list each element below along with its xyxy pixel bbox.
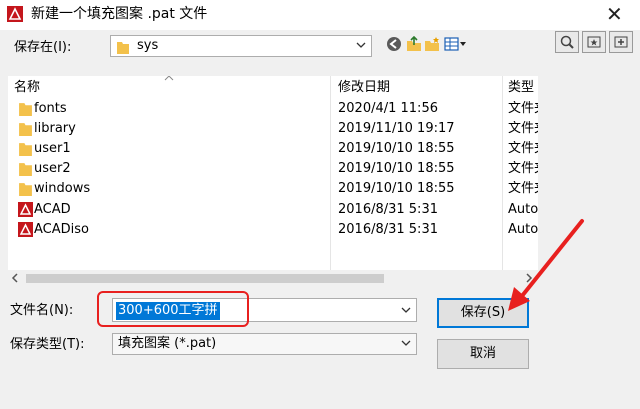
- file-name: ACADiso: [34, 222, 89, 237]
- column-header-type[interactable]: 类型: [508, 80, 534, 96]
- file-date: 2020/4/1 11:56: [338, 101, 438, 116]
- folder-icon: [19, 143, 32, 156]
- scrollbar-thumb[interactable]: [26, 274, 384, 283]
- autocad-file-icon: [18, 202, 33, 217]
- column-header-date[interactable]: 修改日期: [338, 80, 390, 96]
- file-type: 文件夹: [508, 101, 538, 116]
- favorites-button[interactable]: [582, 31, 606, 53]
- file-row[interactable]: windows 2019/10/10 18:55 文件夹: [8, 179, 538, 199]
- autocad-file-icon: [18, 222, 33, 237]
- chevron-down-icon: [401, 340, 411, 346]
- save-in-dropdown[interactable]: sys: [110, 35, 372, 57]
- file-date: 2019/11/10 19:17: [338, 121, 455, 136]
- filetype-label: 保存类型(T):: [10, 337, 85, 352]
- chevron-down-icon: [356, 42, 366, 48]
- cancel-button[interactable]: 取消: [437, 339, 529, 369]
- file-row[interactable]: fonts 2020/4/1 11:56 文件夹: [8, 99, 538, 119]
- file-date: 2019/10/10 18:55: [338, 161, 455, 176]
- file-row[interactable]: user2 2019/10/10 18:55 文件夹: [8, 159, 538, 179]
- column-header-name[interactable]: 名称: [14, 80, 40, 96]
- file-type: 文件夹: [508, 181, 538, 196]
- file-name: ACAD: [34, 202, 71, 217]
- file-type: 文件夹: [508, 161, 538, 176]
- file-date: 2016/8/31 5:31: [338, 222, 438, 237]
- file-name: user1: [34, 141, 71, 156]
- file-date: 2019/10/10 18:55: [338, 141, 455, 156]
- file-name: library: [34, 121, 76, 136]
- window-title: 新建一个填充图案 .pat 文件: [31, 6, 208, 22]
- folder-icon: [19, 183, 32, 196]
- save-in-value: sys: [137, 38, 159, 53]
- favorites-icon: [587, 36, 601, 48]
- save-in-label: 保存在(I):: [14, 40, 72, 55]
- tools-button[interactable]: [609, 31, 633, 53]
- annotation-arrow-icon: [508, 219, 584, 311]
- file-name: user2: [34, 161, 71, 176]
- file-list[interactable]: 名称 修改日期 类型 fonts 2020/4/1 11:56 文件夹 libr…: [8, 76, 538, 270]
- view-menu-icon[interactable]: [444, 36, 468, 52]
- file-date: 2019/10/10 18:55: [338, 181, 455, 196]
- filetype-value: 填充图案 (*.pat): [118, 336, 217, 351]
- folder-icon: [117, 42, 129, 54]
- folder-icon: [19, 123, 32, 136]
- file-row[interactable]: ACAD 2016/8/31 5:31 Auto: [8, 200, 538, 220]
- filetype-dropdown[interactable]: 填充图案 (*.pat): [112, 333, 417, 355]
- filename-label: 文件名(N):: [10, 303, 74, 318]
- search-icon: [560, 35, 574, 49]
- back-icon[interactable]: [386, 36, 402, 52]
- file-date: 2016/8/31 5:31: [338, 202, 438, 217]
- file-type: 文件夹: [508, 141, 538, 156]
- autocad-app-icon: [7, 6, 23, 22]
- folder-icon: [19, 103, 32, 116]
- file-row[interactable]: ACADiso 2016/8/31 5:31 Auto: [8, 220, 538, 240]
- search-web-button[interactable]: [555, 31, 579, 53]
- add-folder-icon: [614, 36, 628, 48]
- chevron-down-icon[interactable]: [400, 304, 412, 316]
- up-folder-icon[interactable]: [406, 36, 422, 52]
- folder-icon: [19, 163, 32, 176]
- sort-ascending-icon: [164, 76, 174, 81]
- file-row[interactable]: library 2019/11/10 19:17 文件夹: [8, 119, 538, 139]
- file-name: windows: [34, 181, 91, 196]
- scroll-left-icon[interactable]: [10, 273, 20, 283]
- close-icon[interactable]: ✕: [606, 2, 623, 26]
- annotation-highlight-box: [97, 291, 249, 327]
- file-row[interactable]: user1 2019/10/10 18:55 文件夹: [8, 139, 538, 159]
- file-name: fonts: [34, 101, 67, 116]
- new-folder-icon[interactable]: [424, 36, 440, 52]
- file-type: 文件夹: [508, 121, 538, 136]
